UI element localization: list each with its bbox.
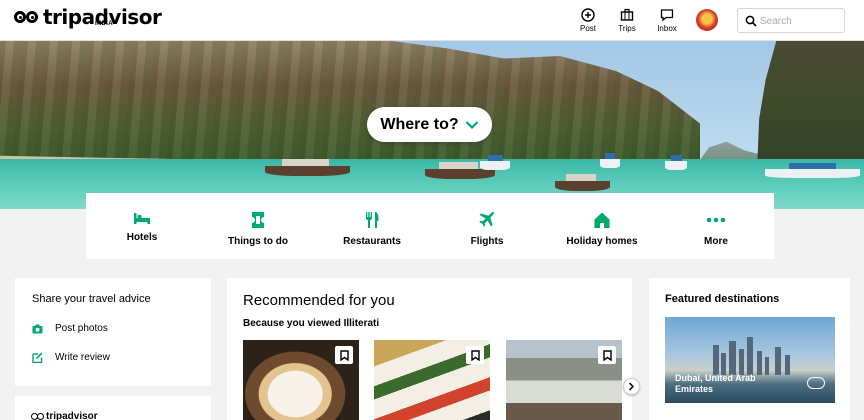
- category-more[interactable]: More: [691, 211, 741, 247]
- house-icon: [594, 212, 610, 228]
- owl-logo-icon: [14, 9, 40, 27]
- category-bar: Hotels Things to do Restaurants Flights …: [86, 193, 774, 259]
- recommendation-tile[interactable]: [243, 340, 359, 420]
- share-advice-title: Share your travel advice: [32, 293, 151, 305]
- skyline-building: [721, 353, 726, 375]
- skyline-building: [757, 351, 762, 375]
- recommended-card: Recommended for you Because you viewed I…: [227, 278, 640, 420]
- hero-longtail-boat: [555, 174, 610, 191]
- plus-circle-icon: [581, 8, 595, 22]
- camera-icon: [32, 324, 43, 333]
- featured-destinations-card: Featured destinations Dubai, United Arab…: [649, 278, 850, 420]
- search-icon: [745, 15, 757, 27]
- nav-inbox[interactable]: Inbox: [647, 8, 687, 33]
- skyline-building: [729, 341, 736, 375]
- skyline-building: [713, 345, 719, 375]
- tripadvisor-mini-card: tripadvisor: [15, 396, 211, 420]
- save-bookmark-button[interactable]: [335, 346, 353, 364]
- nav-inbox-label: Inbox: [657, 24, 677, 33]
- fork-knife-icon: [366, 212, 379, 228]
- hero-cliff-right: [757, 41, 864, 171]
- bookmark-icon: [602, 349, 612, 361]
- bookmark-icon: [339, 349, 349, 361]
- skyline-building: [747, 337, 753, 375]
- hero-longtail-boat: [425, 162, 495, 179]
- category-restaurants[interactable]: Restaurants: [335, 211, 409, 247]
- user-avatar[interactable]: [696, 9, 718, 31]
- nav-post[interactable]: Post: [568, 8, 608, 33]
- write-review-label: Write review: [55, 352, 110, 363]
- save-bookmark-button[interactable]: [598, 346, 616, 364]
- write-review-link[interactable]: Write review: [32, 352, 110, 363]
- category-hotels-label: Hotels: [126, 232, 158, 243]
- category-things-to-do[interactable]: Things to do: [218, 211, 298, 247]
- chevron-down-icon: [465, 120, 478, 129]
- tripadvisor-logo[interactable]: tripadvisor: [14, 7, 162, 27]
- skyline-building: [785, 355, 790, 375]
- hero-speedboat: [480, 155, 510, 170]
- search-input[interactable]: [760, 13, 840, 29]
- post-photos-label: Post photos: [55, 323, 108, 334]
- briefcase-icon: [620, 8, 634, 21]
- share-advice-card: Share your travel advice Post photos Wri…: [15, 278, 211, 386]
- skyline-building: [739, 349, 744, 375]
- recommendation-tile[interactable]: [374, 340, 490, 420]
- category-hotels[interactable]: Hotels: [114, 211, 170, 243]
- edit-icon: [32, 352, 43, 363]
- mini-logo-wordmark: tripadvisor: [46, 411, 98, 420]
- mini-tripadvisor-logo: tripadvisor: [31, 411, 98, 420]
- hero-longtail-boat: [265, 159, 350, 176]
- hero-speedboat: [765, 163, 860, 178]
- logo-region: INDIA: [95, 21, 113, 27]
- where-to-label: Where to?: [380, 115, 459, 133]
- recommendation-tile[interactable]: [506, 340, 622, 420]
- nav-post-label: Post: [579, 24, 596, 33]
- nav-trips[interactable]: Trips: [607, 8, 647, 33]
- travellers-choice-badge-icon: [807, 377, 825, 389]
- category-flights[interactable]: Flights: [461, 211, 513, 247]
- carousel-next-button[interactable]: [623, 378, 640, 395]
- hero-cliff-left: [0, 41, 700, 166]
- category-restaurants-label: Restaurants: [343, 236, 401, 247]
- recommended-subtitle: Because you viewed Illiterati: [243, 318, 380, 329]
- owl-logo-icon: [31, 413, 44, 420]
- search-box[interactable]: [737, 8, 845, 33]
- ticket-icon: [252, 212, 264, 228]
- category-flights-label: Flights: [470, 236, 504, 247]
- category-more-label: More: [704, 236, 728, 247]
- category-things-to-do-label: Things to do: [228, 236, 288, 247]
- bookmark-icon: [470, 349, 480, 361]
- category-holiday-homes-label: Holiday homes: [566, 236, 638, 247]
- top-header: tripadvisor INDIA Post Trips Inbox: [0, 0, 864, 41]
- hero-speedboat: [600, 153, 620, 168]
- chevron-right-icon: [628, 382, 635, 391]
- post-photos-link[interactable]: Post photos: [32, 323, 108, 334]
- airplane-icon: [479, 211, 495, 227]
- category-holiday-homes[interactable]: Holiday homes: [562, 211, 642, 247]
- more-dots-icon: [706, 217, 726, 223]
- featured-destination-tile[interactable]: Dubai, United Arab Emirates: [665, 317, 835, 403]
- chat-bubble-icon: [660, 9, 674, 22]
- featured-destination-name: Dubai, United Arab Emirates: [675, 373, 756, 394]
- nav-trips-label: Trips: [618, 24, 636, 33]
- hero-speedboat: [665, 155, 687, 170]
- skyline-building: [775, 347, 781, 375]
- bed-icon: [134, 213, 150, 224]
- featured-destinations-title: Featured destinations: [665, 293, 780, 305]
- save-bookmark-button[interactable]: [466, 346, 484, 364]
- recommended-title: Recommended for you: [243, 292, 395, 309]
- where-to-button[interactable]: Where to?: [367, 107, 492, 142]
